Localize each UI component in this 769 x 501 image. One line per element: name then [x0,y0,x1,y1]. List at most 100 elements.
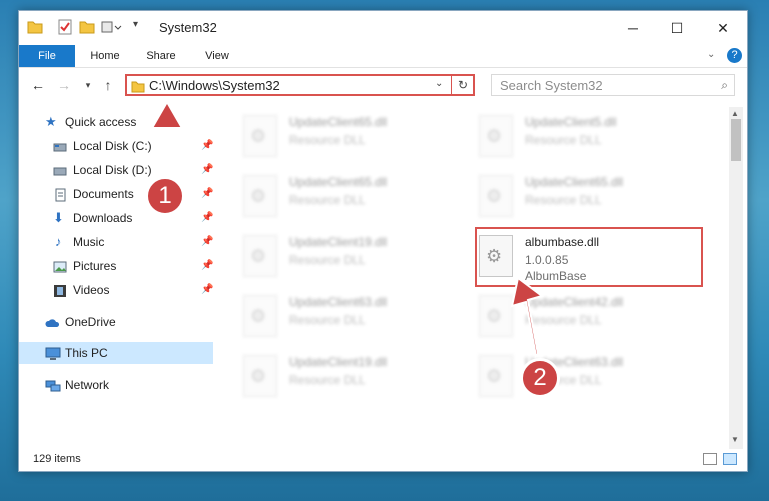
documents-icon [53,187,67,202]
title-bar: ▾ System32 ─ ☐ ✕ [19,11,747,45]
file-highlight-box [475,227,703,287]
sidebar-item-quick-access[interactable]: ★ Quick access [45,111,213,133]
sidebar-item-pictures[interactable]: Pictures 📌 [53,255,213,277]
file-item[interactable]: ⚙ UpdateClient42.dll Resource DLL [479,293,699,349]
file-type: Resource DLL [525,313,602,327]
cloud-icon [45,315,60,329]
tab-view[interactable]: View [193,45,241,67]
dll-file-icon: ⚙ [243,355,277,397]
address-row: ← → ▾ ↑ C:\Windows\System32 ⌄ ↻ Search S… [19,67,747,101]
address-dropdown-icon[interactable]: ⌄ [435,78,443,89]
pin-icon[interactable]: 📌 [201,207,213,229]
maximize-button[interactable]: ☐ [655,15,699,41]
tab-file[interactable]: File [19,45,75,67]
close-button[interactable]: ✕ [701,15,745,41]
drive-icon [53,139,67,153]
properties-icon[interactable] [57,19,73,35]
scroll-thumb[interactable] [731,119,741,161]
navigation-pane: ★ Quick access Local Disk (C:) 📌 Local D… [19,107,213,447]
network-icon [45,378,61,392]
folder-icon [131,79,145,96]
quick-access-dropdown-icon[interactable]: ▾ [133,19,149,35]
file-item[interactable]: ⚙ UpdateClient63.dll Resource DLL [243,293,463,349]
sidebar-item-videos[interactable]: Videos 📌 [53,279,213,301]
drive-icon [53,163,67,177]
file-name: UpdateClient65.dll [289,175,388,189]
file-item[interactable]: ⚙ UpdateClient63.dll Resource DLL [479,353,699,409]
file-item[interactable]: ⚙ UpdateClient65.dll Resource DLL [479,173,699,229]
file-item[interactable]: ⚙ UpdateClient19.dll Resource DLL [243,353,463,409]
dll-file-icon: ⚙ [479,295,513,337]
scroll-up-icon[interactable]: ▲ [731,109,739,118]
file-name: UpdateClient65.dll [525,175,624,189]
minimize-button[interactable]: ─ [611,15,655,41]
file-name: UpdateClient63.dll [289,295,388,309]
file-item[interactable]: ⚙ UpdateClient19.dll Resource DLL [243,233,463,289]
sidebar-item-music[interactable]: ♪ Music 📌 [53,231,213,253]
pin-icon[interactable]: 📌 [201,159,213,181]
file-name: UpdateClient42.dll [525,295,624,309]
scroll-down-icon[interactable]: ▼ [731,435,739,444]
sidebar-item-local-disk-d[interactable]: Local Disk (D:) 📌 [53,159,213,181]
status-bar: 129 items [19,449,747,471]
dll-file-icon: ⚙ [243,235,277,277]
file-name: UpdateClient19.dll [289,355,388,369]
address-bar[interactable]: C:\Windows\System32 ⌄ ↻ [125,74,475,96]
film-icon [53,283,67,297]
folder-icon [27,19,43,35]
pin-icon[interactable]: 📌 [201,231,213,253]
sidebar-item-this-pc[interactable]: This PC [45,342,213,364]
file-name: UpdateClient5.dll [525,115,617,129]
file-type: Resource DLL [289,133,366,147]
file-item[interactable]: ⚙ UpdateClient65.dll Resource DLL [243,173,463,229]
file-item[interactable]: ⚙ UpdateClient65.dll Resource DLL [243,113,463,169]
pin-icon[interactable]: 📌 [201,279,213,301]
up-button[interactable]: ↑ [99,76,117,94]
pin-icon[interactable]: 📌 [201,255,213,277]
vertical-scrollbar[interactable]: ▲ ▼ [729,107,743,449]
file-item[interactable]: ⚙ UpdateClient5.dll Resource DLL [479,113,699,169]
star-icon: ★ [45,114,57,129]
large-icons-view-icon[interactable] [723,453,737,465]
pin-icon[interactable]: 📌 [201,183,213,205]
customize-toolbar-icon[interactable] [101,19,122,35]
tab-share[interactable]: Share [137,45,185,67]
file-type: Resource DLL [289,193,366,207]
back-button[interactable]: ← [29,76,47,94]
details-view-icon[interactable] [703,453,717,465]
search-input[interactable]: Search System32 [500,78,603,93]
sidebar-item-network[interactable]: Network [45,374,213,396]
window-title: System32 [159,20,217,35]
sidebar-item-onedrive[interactable]: OneDrive [45,311,213,333]
forward-button[interactable]: → [55,76,73,94]
ribbon-tabs: File Home Share View ⌄ ? [19,45,747,68]
sidebar-item-local-disk-c[interactable]: Local Disk (C:) 📌 [53,135,213,157]
expand-ribbon-icon[interactable]: ⌄ [707,49,715,60]
tab-home[interactable]: Home [81,45,129,67]
address-path: C:\Windows\System32 [149,78,280,93]
new-folder-icon[interactable] [79,19,95,35]
computer-icon [45,346,61,360]
file-explorer-window: ▾ System32 ─ ☐ ✕ File Home Share View ⌄ … [18,10,748,472]
music-note-icon: ♪ [55,234,62,249]
search-icon: ⌕ [721,78,728,92]
file-type: Resource DLL [289,313,366,327]
recent-locations-dropdown[interactable]: ▾ [79,76,97,94]
file-type: Resource DLL [289,253,366,267]
sidebar-item-documents[interactable]: Documents 📌 [53,183,213,205]
search-box[interactable]: Search System32 ⌕ [491,74,735,96]
file-type: Resource DLL [525,193,602,207]
file-name: UpdateClient19.dll [289,235,388,249]
pictures-icon [53,259,67,273]
step-1-badge: 1 [145,176,185,216]
step-2-badge: 2 [520,358,560,398]
dll-file-icon: ⚙ [479,115,513,157]
help-button[interactable]: ? [727,48,742,63]
sidebar-item-downloads[interactable]: ⬇ Downloads 📌 [53,207,213,229]
download-arrow-icon: ⬇ [53,210,64,225]
dll-file-icon: ⚙ [479,355,513,397]
dll-file-icon: ⚙ [479,175,513,217]
pin-icon[interactable]: 📌 [201,135,213,157]
refresh-icon[interactable]: ↻ [451,74,474,96]
dll-file-icon: ⚙ [243,115,277,157]
